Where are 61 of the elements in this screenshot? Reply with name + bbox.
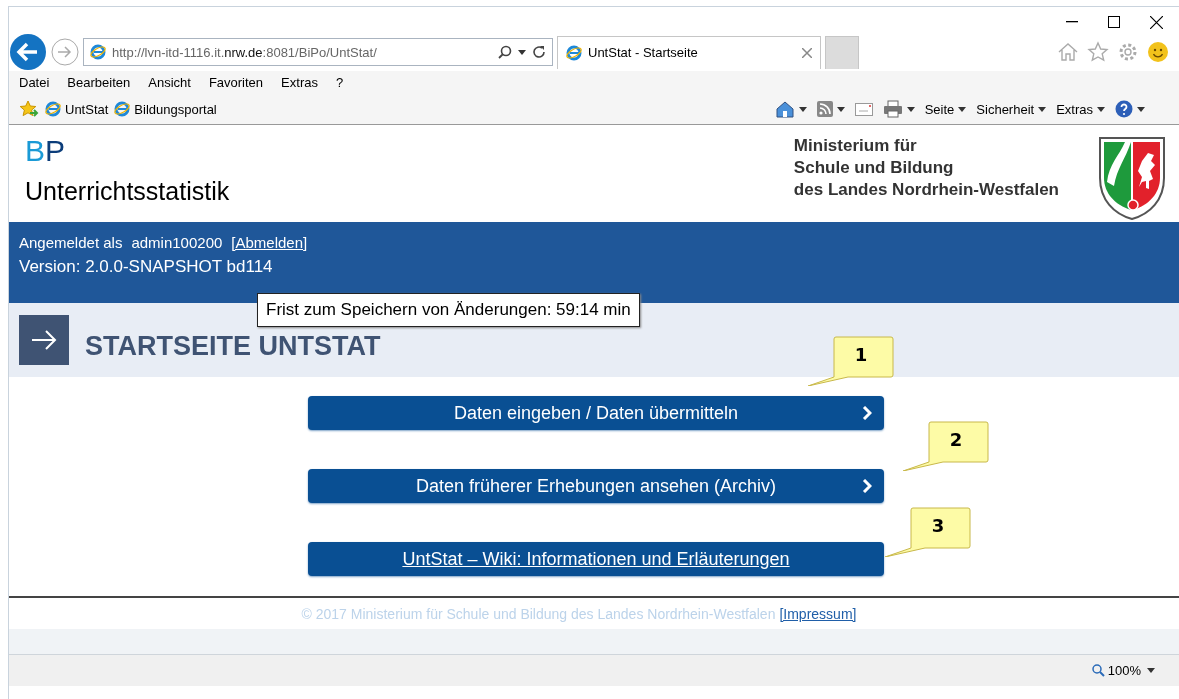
page-icon: [114, 101, 131, 117]
chevron-icon: [862, 479, 872, 493]
copyright-text: © 2017 Ministerium für Schule und Bildung des Landes Nordrhein-Westfalen: [301, 605, 776, 622]
refresh-icon[interactable]: [532, 45, 546, 59]
browser-logo-icon: [566, 44, 582, 61]
dropdown-caret-icon[interactable]: [906, 106, 915, 112]
dropdown-caret-icon[interactable]: [1147, 668, 1155, 673]
search-icon[interactable]: [498, 45, 512, 59]
menu-item[interactable]: Bearbeiten: [67, 75, 131, 90]
favorite-link[interactable]: UntStat: [65, 101, 109, 117]
chevron-icon: [862, 406, 872, 420]
action-button[interactable]: Daten früherer Erhebungen ansehen (Archiv): [308, 469, 884, 503]
smiley-icon[interactable]: [1147, 41, 1169, 63]
command-menu[interactable]: Sicherheit: [976, 101, 1047, 117]
page-icon: [45, 101, 61, 117]
maximize-icon[interactable]: [1108, 16, 1120, 28]
back-icon[interactable]: [9, 33, 47, 71]
logout-link[interactable]: [Abmelden]: [231, 234, 308, 251]
ministry-name: Ministerium für Schule und Bildung des Landes Nordrhein-Westfalen: [793, 135, 1059, 201]
logo: BP: [25, 135, 67, 167]
tooltip: Frist zum Speichern von Änderungen: 59:14 min: [257, 293, 640, 327]
dropdown-caret-icon[interactable]: [798, 106, 807, 112]
app-title: Unterrichtsstatistik: [25, 177, 230, 206]
printer-icon[interactable]: [882, 100, 903, 118]
favorites-star-icon[interactable]: [19, 100, 39, 118]
menu-item[interactable]: Extras: [281, 75, 318, 90]
menu-item[interactable]: Datei: [19, 75, 50, 90]
callout-number: 2: [948, 429, 964, 450]
mail-icon[interactable]: [854, 102, 873, 116]
login-label: Angemeldet als: [19, 234, 123, 251]
close-icon[interactable]: [1150, 15, 1163, 29]
action-button[interactable]: UntStat – Wiki: Informationen und Erläuterungen: [308, 542, 884, 576]
home-icon[interactable]: [774, 100, 795, 118]
dropdown-caret-icon[interactable]: [518, 49, 526, 55]
close-tab-icon[interactable]: [802, 47, 812, 58]
menu-item[interactable]: Ansicht: [148, 75, 191, 90]
dropdown-caret-icon[interactable]: [1097, 106, 1105, 112]
browser-tab[interactable]: UntStat - Startseite: [557, 35, 821, 69]
zoom-control[interactable]: 100%: [1091, 663, 1141, 678]
menu-item[interactable]: Favoriten: [208, 75, 264, 90]
dropdown-caret-icon[interactable]: [1038, 106, 1047, 112]
callout-number: 1: [853, 344, 869, 365]
menu-item[interactable]: ?: [335, 75, 344, 90]
dropdown-caret-icon[interactable]: [1137, 106, 1145, 112]
command-menu[interactable]: Extras: [1056, 101, 1105, 117]
callout-number: 3: [930, 515, 946, 536]
address-field[interactable]: http://lvn-itd-1116.it.nrw.de:8081/BiPo/UntStat/: [83, 38, 553, 66]
action-button[interactable]: Daten eingeben / Daten übermitteln: [308, 396, 884, 430]
favorite-link[interactable]: Bildungsportal: [134, 101, 217, 117]
impressum-link[interactable]: [Impressum]: [779, 605, 857, 622]
dropdown-caret-icon[interactable]: [836, 106, 845, 112]
command-menu[interactable]: Seite: [924, 101, 967, 117]
help-icon[interactable]: [1115, 100, 1133, 118]
zoom-icon: [1091, 664, 1105, 677]
page-title: STARTSEITE UNTSTAT: [85, 330, 381, 362]
minimize-icon[interactable]: [1066, 21, 1078, 23]
version-text: Version: 2.0.0-SNAPSHOT bd114: [19, 257, 274, 277]
browser-logo-icon: [90, 44, 106, 60]
username: admin100200: [131, 234, 223, 251]
dropdown-caret-icon[interactable]: [958, 106, 967, 112]
star-icon[interactable]: [1087, 41, 1109, 63]
